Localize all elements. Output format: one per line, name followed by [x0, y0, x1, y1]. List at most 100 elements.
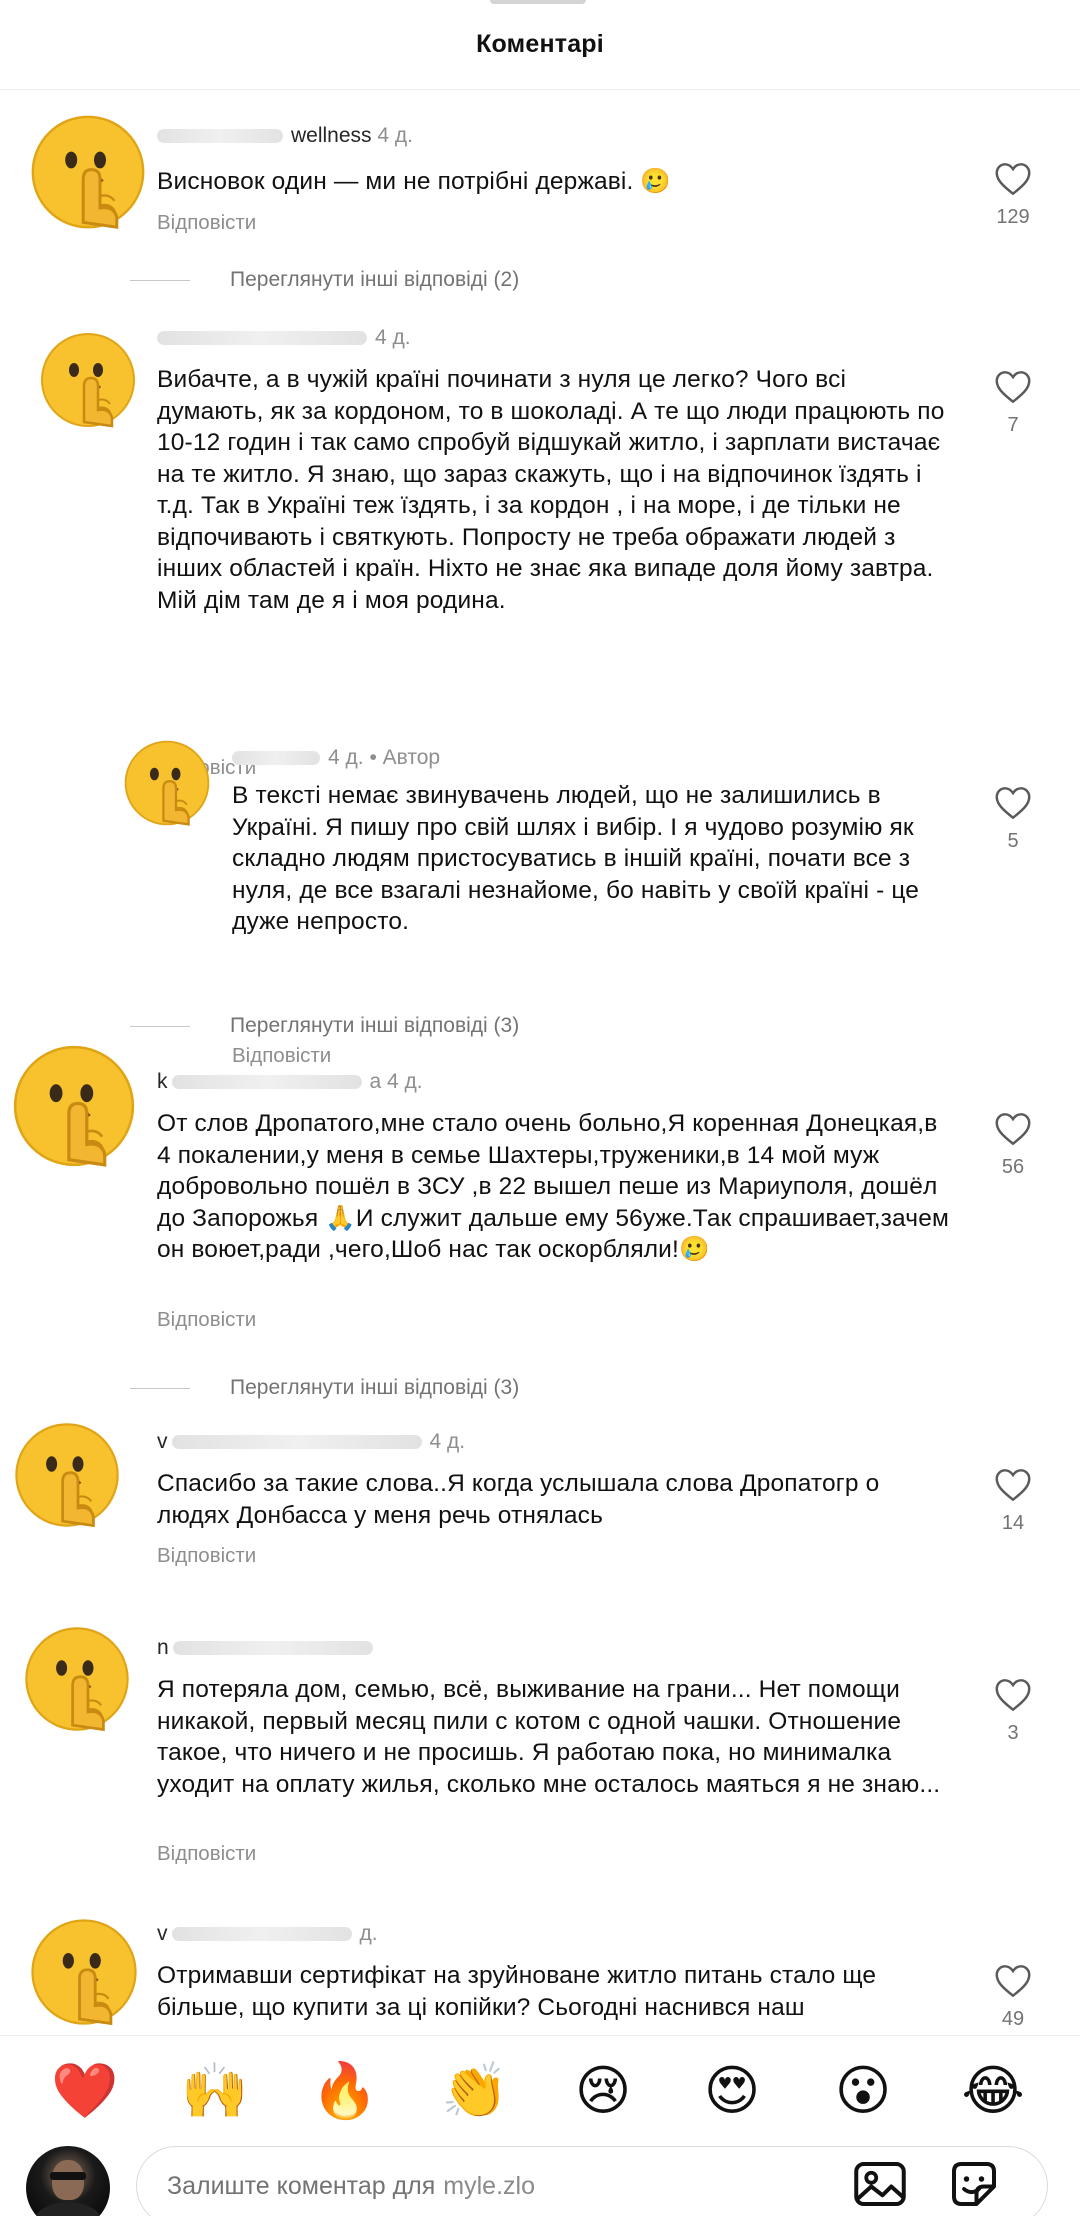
avatar[interactable] [12, 1420, 122, 1530]
timestamp: а 4 д. [369, 1070, 423, 1093]
blurred-username [232, 751, 320, 766]
avatar[interactable] [28, 1916, 140, 2028]
username[interactable]: v [157, 1922, 168, 1945]
like-button[interactable]: 3 [983, 1678, 1043, 1745]
comment-meta: k а 4 д. [157, 1070, 423, 1094]
reply-button[interactable]: Відповісти [157, 1544, 256, 1568]
like-count: 56 [1001, 1156, 1025, 1178]
username[interactable]: n [157, 1636, 169, 1659]
reaction-red-heart-icon[interactable]: ❤️ [50, 2056, 120, 2126]
reaction-surprised-face-icon[interactable]: 😮 [828, 2056, 898, 2126]
comment-list[interactable]: wellness 4 д. Висновок один — ми не потр… [0, 90, 1080, 2035]
heart-outline-icon[interactable] [994, 1678, 1032, 1712]
like-count: 7 [1007, 414, 1019, 436]
blurred-username [171, 1927, 352, 1942]
reaction-crying-face-icon[interactable]: 😢 [568, 2056, 638, 2126]
shushing-face-icon [124, 740, 210, 826]
avatar-glasses [50, 2172, 86, 2180]
heart-outline-icon[interactable] [994, 1468, 1032, 1502]
like-button[interactable]: 7 [983, 370, 1043, 437]
comment-text: Я потеряла дом, семью, всё, выживание на… [157, 1676, 941, 1798]
blurred-username [172, 1641, 373, 1656]
like-button[interactable]: 49 [983, 1964, 1043, 2031]
comment-meta: v д. [157, 1922, 378, 1946]
timestamp: 4 д. [328, 746, 364, 769]
shushing-face-icon [25, 1627, 129, 1732]
avatar[interactable] [122, 738, 212, 828]
like-button[interactable]: 56 [983, 1112, 1043, 1179]
blurred-username [171, 1075, 362, 1090]
comment-meta: wellness 4 д. [157, 124, 413, 148]
comment-meta: n [157, 1636, 381, 1660]
view-more-replies[interactable]: Переглянути інші відповіді (3) [130, 1376, 519, 1400]
timestamp: 4 д. [429, 1430, 466, 1453]
view-more-replies[interactable]: Переглянути інші відповіді (2) [130, 268, 519, 292]
quick-reactions: ❤️ 🙌 🔥 👏 😢 😍 😮 😂 [0, 2056, 1080, 2136]
like-button[interactable]: 14 [983, 1468, 1043, 1535]
avatar[interactable] [38, 330, 138, 430]
reply-button[interactable]: Відповісти [157, 1308, 256, 1332]
comment-text: Спасибо за такие слова..Я когда услышала… [157, 1470, 880, 1529]
comment-target-username: myle.zlo [443, 2171, 535, 2200]
comment-composer-bar: ❤️ 🙌 🔥 👏 😢 😍 😮 😂 Залиште коментар для my… [0, 2035, 1080, 2216]
view-more-replies-label[interactable]: Переглянути інші відповіді (2) [230, 268, 519, 292]
sticker-icon[interactable] [944, 2154, 1004, 2214]
like-count: 5 [1007, 830, 1019, 852]
timestamp: 4 д. [377, 124, 413, 147]
like-count: 14 [1001, 1512, 1025, 1534]
comment-input-placeholder: Залиште коментар для [167, 2171, 436, 2200]
avatar[interactable] [10, 1042, 138, 1170]
timestamp: 4 д. [375, 326, 411, 349]
comment-text: Висновок один — ми не потрібні державі. … [157, 168, 672, 195]
shushing-face-icon [31, 115, 145, 229]
reaction-fire-icon[interactable]: 🔥 [310, 2056, 380, 2126]
current-user-avatar[interactable] [26, 2146, 110, 2216]
like-count: 49 [1001, 2008, 1025, 2030]
username[interactable]: k [157, 1070, 168, 1093]
avatar-face [52, 2160, 84, 2200]
comment-meta: 4 д. [157, 326, 411, 350]
like-button[interactable]: 129 [983, 162, 1043, 229]
view-more-replies-label[interactable]: Переглянути інші відповіді (3) [230, 1014, 519, 1038]
reply-button[interactable]: Відповісти [232, 1044, 331, 1068]
avatar[interactable] [22, 1624, 132, 1734]
heart-outline-icon[interactable] [994, 786, 1032, 820]
view-more-replies-label[interactable]: Переглянути інші відповіді (3) [230, 1376, 519, 1400]
divider-line [130, 279, 190, 281]
heart-outline-icon[interactable] [994, 162, 1032, 196]
image-gallery-icon[interactable] [850, 2154, 910, 2214]
view-more-replies[interactable]: Переглянути інші відповіді (3) [130, 1014, 519, 1038]
comment-text: Отримавши сертифікат на зруйноване житло… [157, 1962, 877, 2021]
blurred-username [157, 331, 367, 346]
heart-outline-icon[interactable] [994, 370, 1032, 404]
shushing-face-icon [15, 1423, 119, 1528]
heart-outline-icon[interactable] [994, 1112, 1032, 1146]
page-title: Коментарі [476, 30, 604, 58]
avatar[interactable] [28, 112, 148, 232]
username[interactable]: v [157, 1430, 168, 1453]
like-button[interactable]: 5 [983, 786, 1043, 853]
reaction-tears-of-joy-icon[interactable]: 😂 [958, 2056, 1028, 2126]
shushing-face-icon [41, 333, 135, 428]
comment-input[interactable]: Залиште коментар для myle.zlo [136, 2146, 1048, 2216]
comment-meta: 4 д. • Автор [232, 746, 440, 770]
reaction-heart-eyes-icon[interactable]: 😍 [697, 2056, 767, 2126]
timestamp: д. [359, 1922, 378, 1945]
reaction-clapping-hands-icon[interactable]: 👏 [440, 2056, 510, 2126]
sheet-header: Коментарі [0, 0, 1080, 90]
heart-outline-icon[interactable] [994, 1964, 1032, 1998]
blurred-username [157, 129, 283, 144]
avatar-shirt [34, 2202, 102, 2216]
divider-line [130, 1025, 190, 1027]
like-count: 129 [996, 206, 1030, 228]
username[interactable]: wellness [291, 124, 372, 147]
shushing-face-icon [13, 1045, 135, 1167]
reply-button[interactable]: Відповісти [157, 1842, 256, 1866]
reply-button[interactable]: Відповісти [157, 211, 256, 235]
composer: Залиште коментар для myle.zlo [26, 2146, 1066, 2216]
reaction-raised-hands-icon[interactable]: 🙌 [180, 2056, 250, 2126]
comment-text: От слов Дропатого,мне стало очень больно… [157, 1110, 949, 1263]
shushing-face-icon [31, 1919, 137, 2026]
comment-text: В тексті немає звинувачень людей, що не … [232, 782, 920, 935]
comments-sheet: Коментарі wellness 4 д. Висновок один — … [0, 0, 1080, 2216]
